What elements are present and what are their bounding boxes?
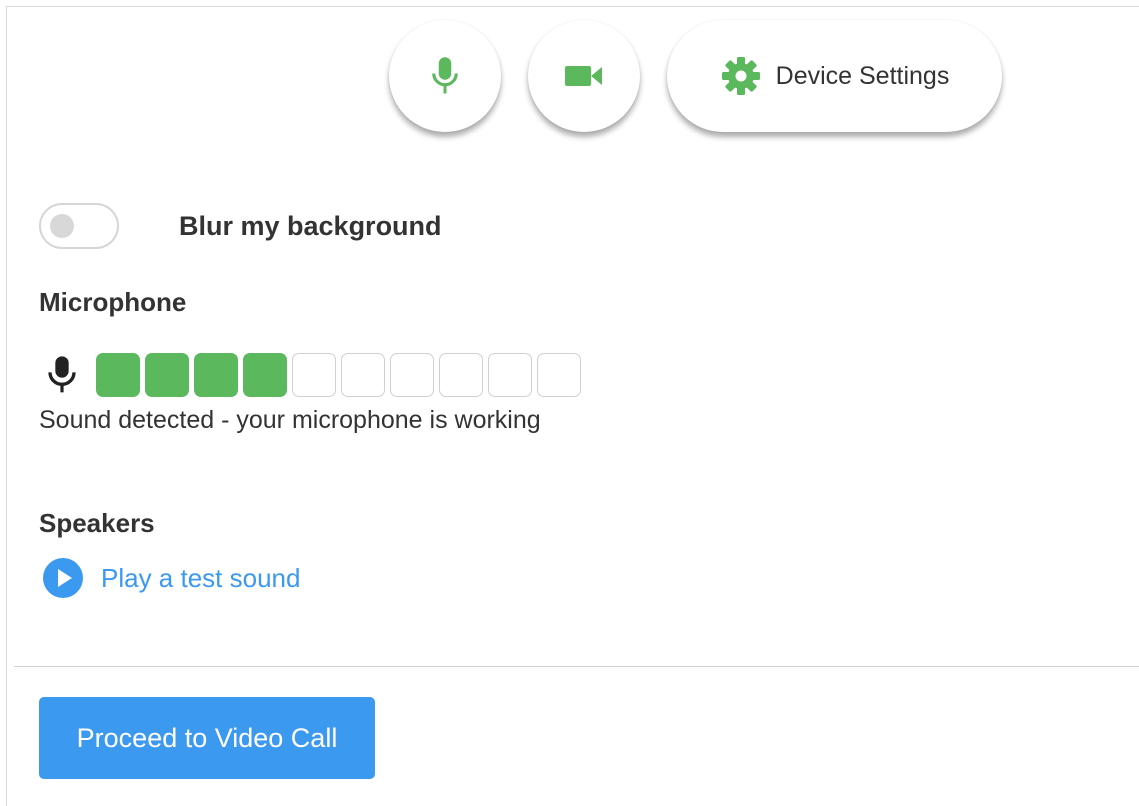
- device-settings-button[interactable]: Device Settings: [667, 20, 1002, 132]
- gear-icon: [721, 57, 760, 95]
- video-camera-icon: [565, 66, 602, 86]
- microphone-status-text: Sound detected - your microphone is work…: [39, 406, 541, 434]
- level-meter-cell: [488, 353, 532, 397]
- play-icon: [43, 558, 83, 598]
- level-meter-cell: [341, 353, 385, 397]
- microphone-level-meter: [96, 353, 581, 397]
- footer-divider: [14, 666, 1139, 667]
- play-test-sound-link[interactable]: Play a test sound: [42, 557, 300, 599]
- level-meter-cell: [390, 353, 434, 397]
- microphone-level-icon: [48, 356, 76, 393]
- blur-background-label: Blur my background: [179, 210, 442, 241]
- microphone-section-title: Microphone: [39, 287, 187, 317]
- level-meter-cell: [537, 353, 581, 397]
- level-meter-cell: [194, 353, 238, 397]
- microphone-toggle-button[interactable]: [389, 20, 501, 132]
- blur-background-row: Blur my background: [39, 203, 442, 249]
- level-meter-cell: [292, 353, 336, 397]
- device-settings-label: Device Settings: [775, 61, 950, 90]
- proceed-to-video-call-button[interactable]: Proceed to Video Call: [39, 697, 375, 779]
- level-meter-cell: [96, 353, 140, 397]
- level-meter-cell: [145, 353, 189, 397]
- play-test-sound-label: Play a test sound: [101, 562, 301, 593]
- microphone-level-row: [44, 353, 581, 397]
- camera-toggle-button[interactable]: [528, 20, 640, 132]
- speakers-section-title: Speakers: [39, 508, 155, 538]
- level-meter-cell: [439, 353, 483, 397]
- toggle-knob: [50, 214, 74, 238]
- microphone-icon: [432, 57, 458, 94]
- device-controls: Device Settings: [389, 20, 1002, 132]
- level-meter-cell: [243, 353, 287, 397]
- blur-background-toggle[interactable]: [39, 203, 119, 249]
